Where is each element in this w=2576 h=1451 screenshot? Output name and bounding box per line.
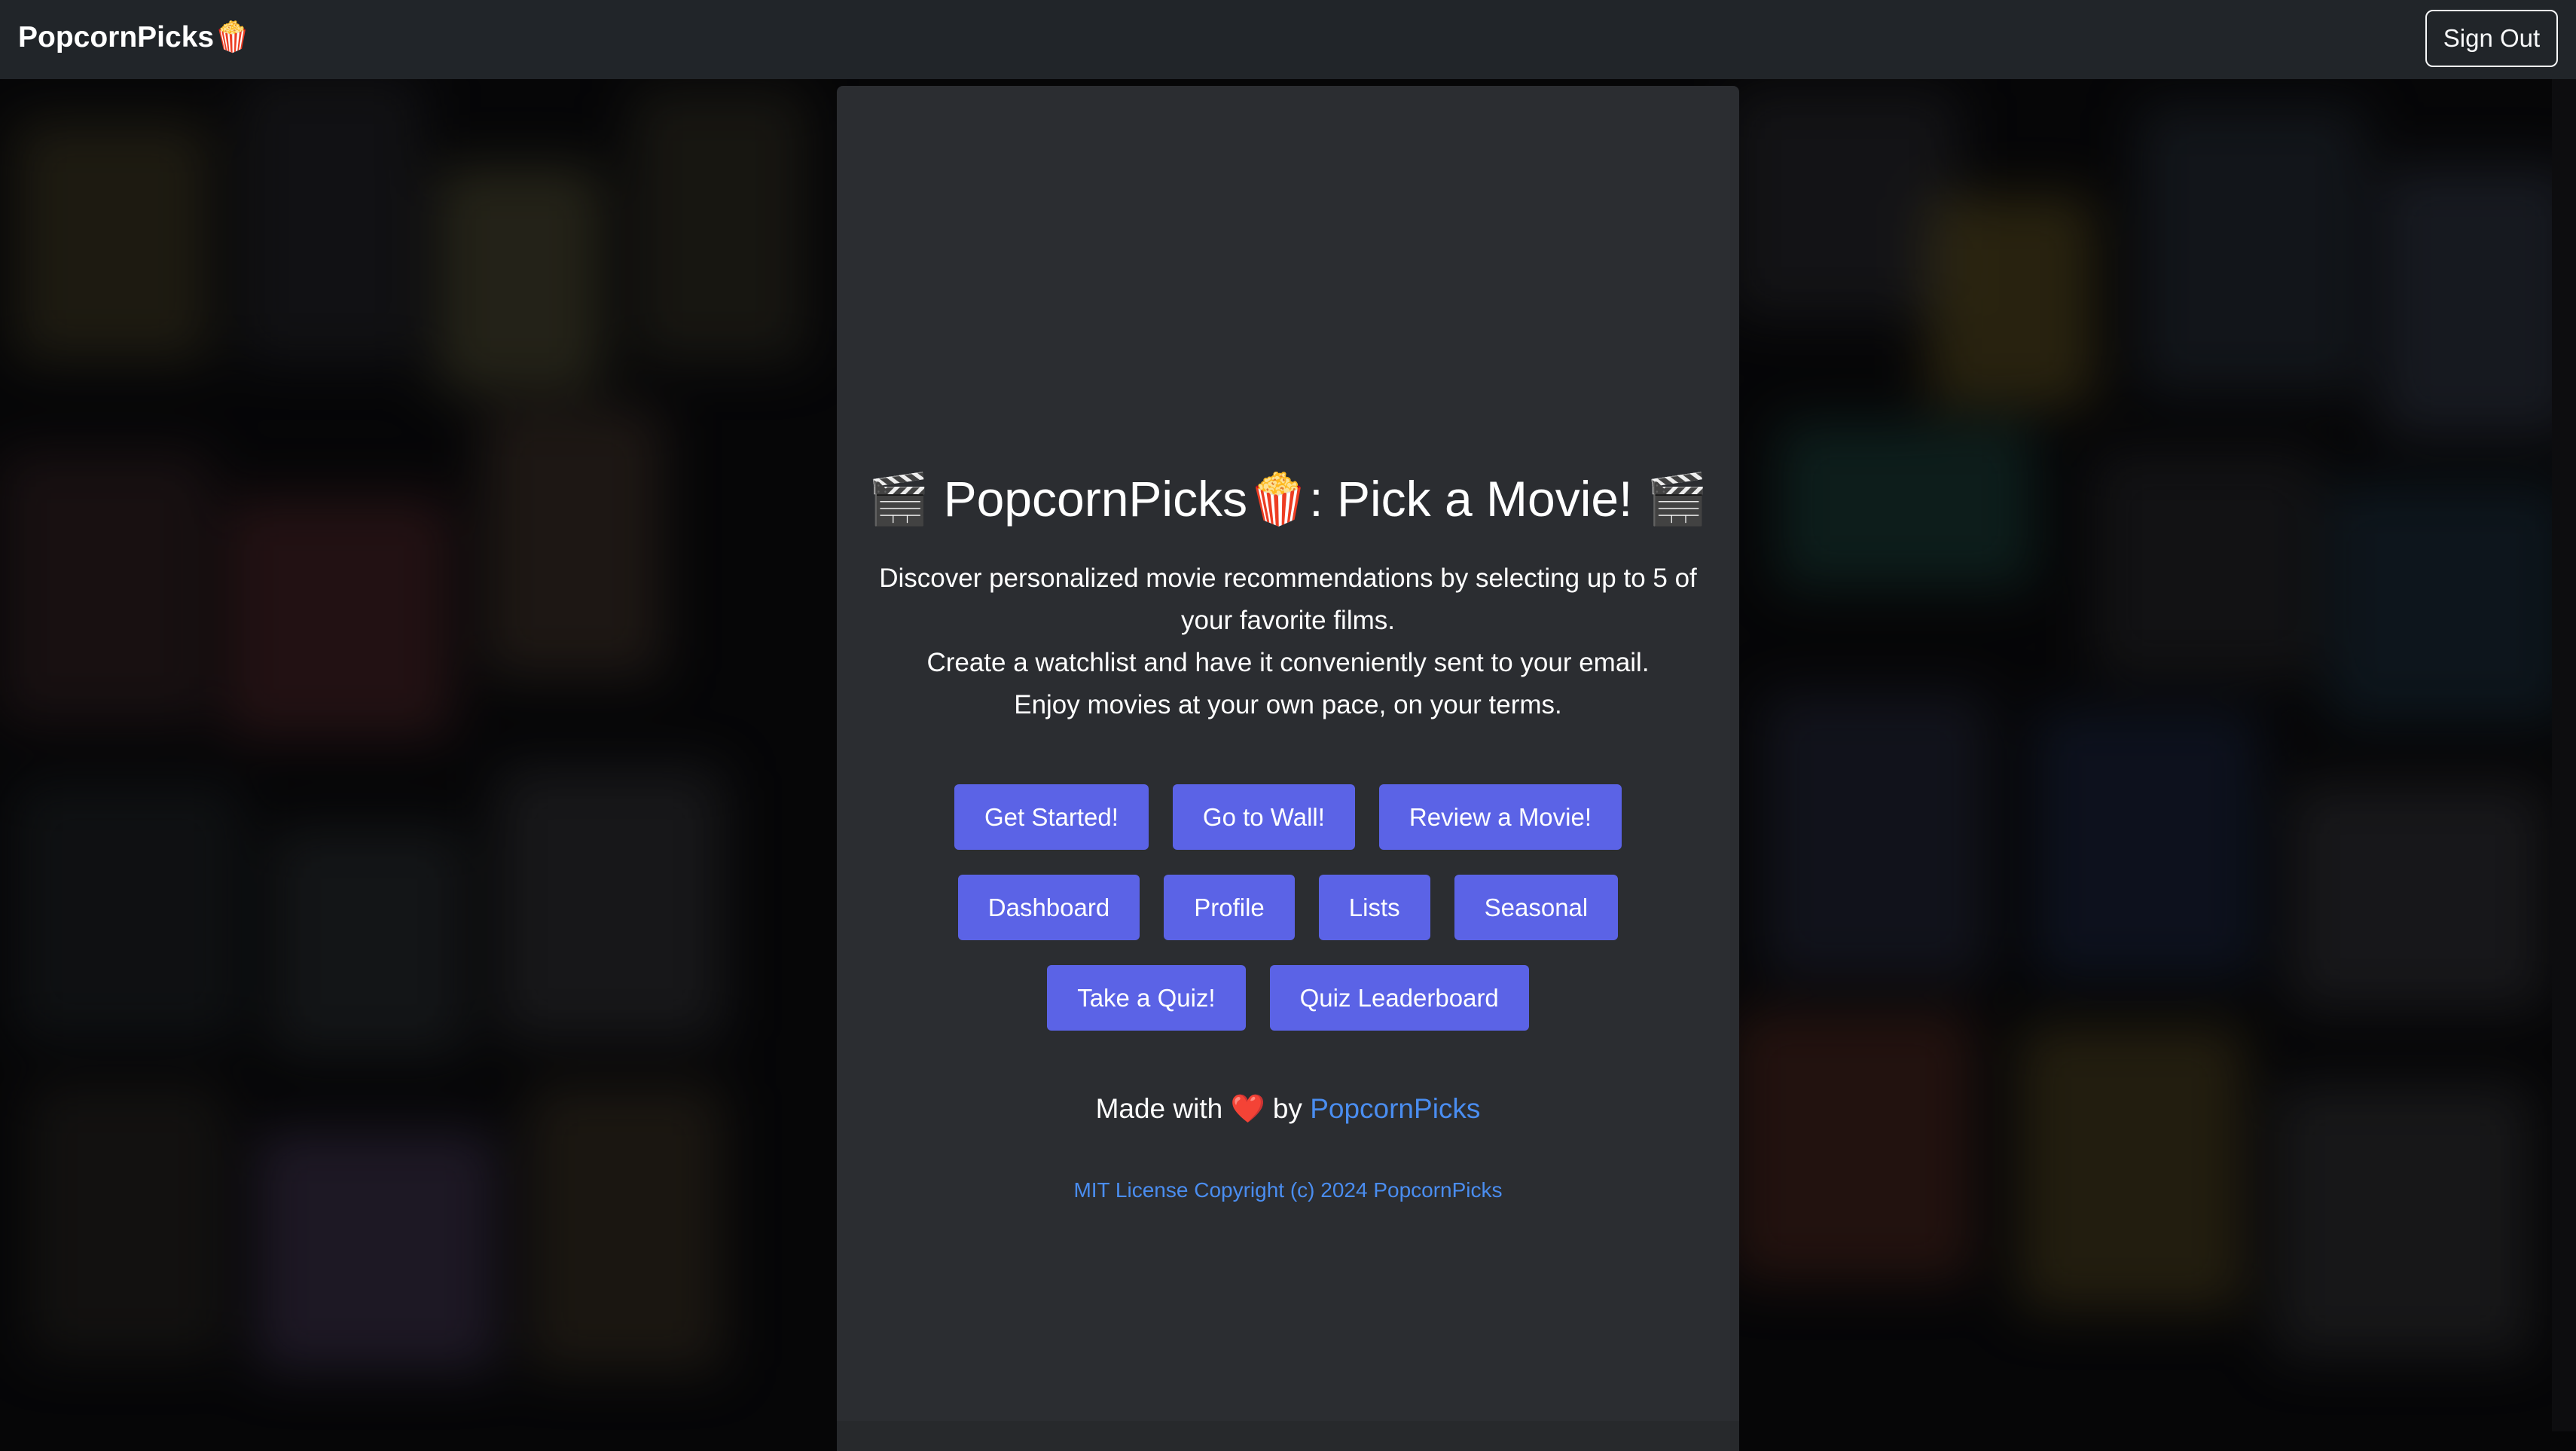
sign-out-button[interactable]: Sign Out [2425, 10, 2558, 67]
scrollbar-track[interactable] [2552, 79, 2576, 1431]
intro-description: Discover personalized movie recommendati… [859, 557, 1717, 726]
popcornpicks-link[interactable]: PopcornPicks [1310, 1093, 1480, 1124]
main-card: 🎬 PopcornPicks🍿: Pick a Movie! 🎬 Discove… [837, 86, 1739, 1451]
made-with-footer: Made with ❤️ by PopcornPicks [837, 1086, 1739, 1132]
made-with-text: Made with [1095, 1093, 1223, 1124]
button-row-quiz: Take a Quiz! Quiz Leaderboard [837, 965, 1739, 1031]
seasonal-button[interactable]: Seasonal [1454, 875, 1619, 940]
quiz-leaderboard-button[interactable]: Quiz Leaderboard [1269, 965, 1529, 1031]
by-text: by [1272, 1093, 1302, 1124]
license-link[interactable]: MIT License Copyright (c) 2024 PopcornPi… [837, 1175, 1739, 1205]
review-movie-button[interactable]: Review a Movie! [1378, 784, 1622, 850]
button-row-primary: Get Started! Go to Wall! Review a Movie! [837, 784, 1739, 850]
go-to-wall-button[interactable]: Go to Wall! [1172, 784, 1355, 850]
dashboard-button[interactable]: Dashboard [957, 875, 1140, 940]
card-bottom-edge [837, 1421, 1739, 1451]
clapperboard-icon: 🎬 [1646, 471, 1708, 527]
clapperboard-icon: 🎬 [868, 471, 930, 527]
page-title: 🎬 PopcornPicks🍿: Pick a Movie! 🎬 [837, 461, 1739, 536]
profile-button[interactable]: Profile [1164, 875, 1295, 940]
button-row-navigation: Dashboard Profile Lists Seasonal [837, 875, 1739, 940]
heart-icon: ❤️ [1230, 1093, 1265, 1124]
top-navbar: PopcornPicks🍿 Sign Out [0, 0, 2576, 79]
intro-line: Enjoy movies at your own pace, on your t… [1014, 690, 1562, 719]
intro-line: Discover personalized movie recommendati… [879, 564, 1697, 635]
intro-line: Create a watchlist and have it convenien… [926, 648, 1650, 677]
title-text: PopcornPicks🍿: Pick a Movie! [943, 471, 1633, 527]
lists-button[interactable]: Lists [1318, 875, 1430, 940]
brand-logo[interactable]: PopcornPicks🍿 [18, 17, 251, 59]
take-quiz-button[interactable]: Take a Quiz! [1047, 965, 1246, 1031]
get-started-button[interactable]: Get Started! [954, 784, 1149, 850]
